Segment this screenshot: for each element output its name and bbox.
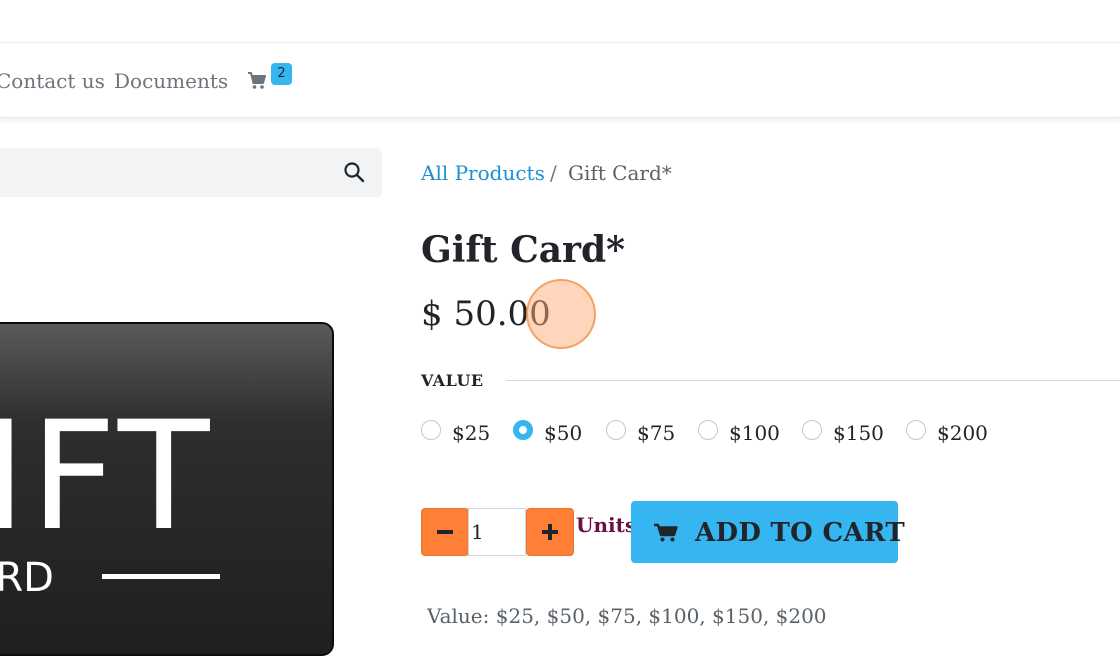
- add-to-cart-button[interactable]: ADD TO CART: [631, 501, 905, 563]
- breadcrumb-all-products[interactable]: All Products: [421, 160, 545, 186]
- radio-label-200[interactable]: $200: [937, 420, 988, 446]
- nav-link-documents[interactable]: Documents: [114, 68, 228, 94]
- radio-label-50[interactable]: $50: [544, 420, 582, 446]
- cart-icon: [654, 523, 678, 542]
- quantity-decrease-button[interactable]: [421, 508, 469, 556]
- radio-value-150[interactable]: [802, 420, 822, 440]
- gift-card-image-subtext: ARD: [0, 555, 54, 601]
- radio-value-100[interactable]: [698, 420, 718, 440]
- attribute-label: VALUE: [421, 371, 484, 390]
- radio-label-100[interactable]: $100: [729, 420, 780, 446]
- product-description-values: Value: $25, $50, $75, $100, $150, $200: [427, 604, 827, 628]
- minus-icon: [437, 530, 453, 534]
- cart-count-badge[interactable]: 2: [271, 63, 292, 85]
- units-label: Units: [576, 513, 637, 537]
- product-image: IFT ARD: [0, 322, 334, 656]
- product-title: Gift Card*: [421, 229, 626, 271]
- breadcrumb-current: Gift Card*: [568, 161, 672, 185]
- nav-link-contact-us[interactable]: Contact us: [0, 68, 105, 94]
- add-to-cart-label: ADD TO CART: [695, 518, 906, 548]
- radio-label-150[interactable]: $150: [833, 420, 884, 446]
- plus-icon: [542, 524, 558, 540]
- radio-value-50[interactable]: [513, 420, 533, 440]
- radio-label-75[interactable]: $75: [637, 420, 675, 446]
- cart-icon[interactable]: [247, 71, 267, 91]
- radio-value-75[interactable]: [606, 420, 626, 440]
- attribute-divider: [506, 380, 1120, 381]
- radio-label-25[interactable]: $25: [452, 420, 490, 446]
- radio-value-25[interactable]: [421, 420, 441, 440]
- search-icon[interactable]: [342, 160, 366, 184]
- gift-card-image-text: IFT: [0, 390, 214, 564]
- search-input[interactable]: [0, 148, 382, 197]
- breadcrumb-separator: /: [550, 161, 557, 185]
- click-indicator: [526, 279, 596, 349]
- top-strip: [0, 0, 1120, 43]
- radio-value-200[interactable]: [906, 420, 926, 440]
- gift-card-image-rule: [102, 574, 220, 579]
- quantity-increase-button[interactable]: [526, 508, 574, 556]
- quantity-input[interactable]: [468, 508, 526, 556]
